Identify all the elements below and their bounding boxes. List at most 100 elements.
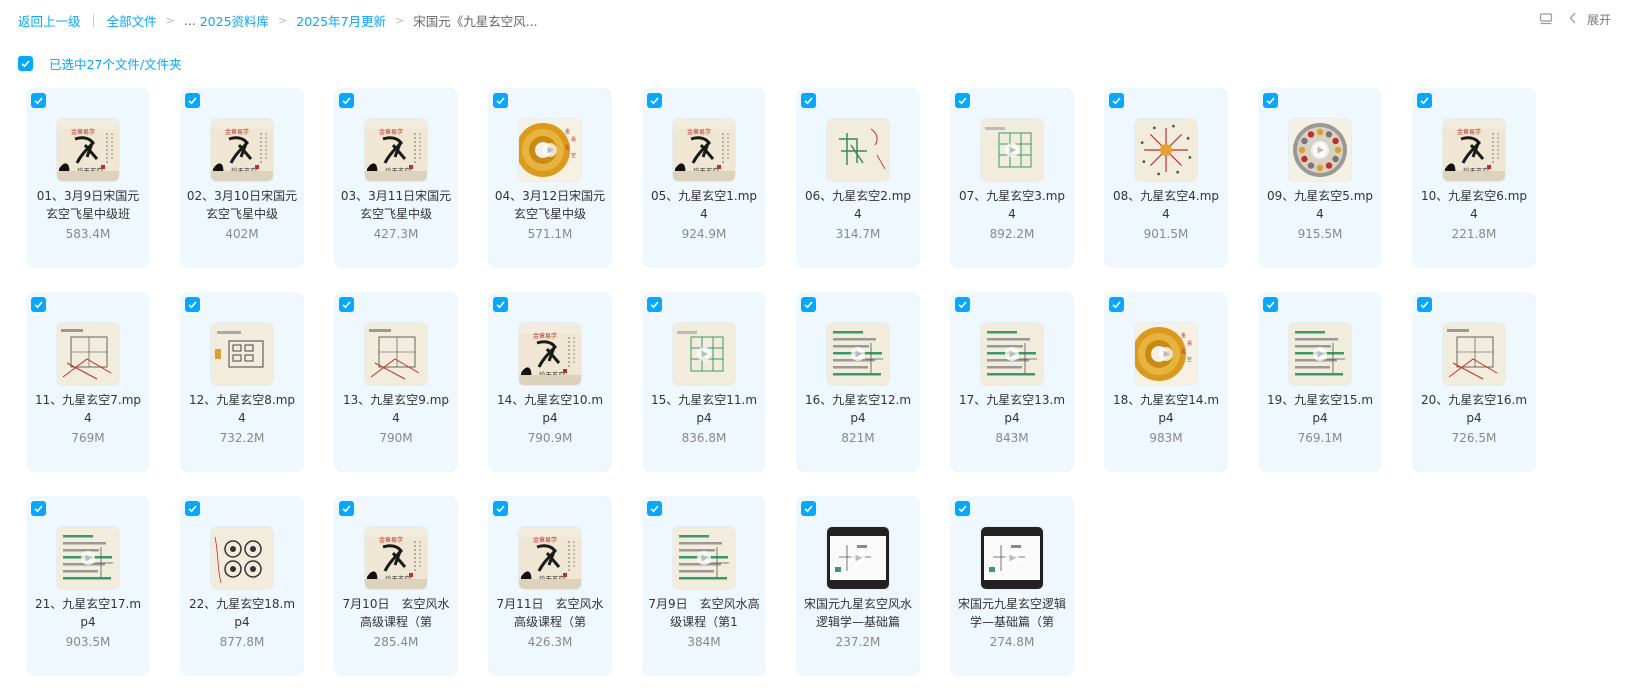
file-card[interactable]: 宋国元九星玄空风水逻辑学—基础篇 237.2M: [796, 496, 920, 676]
file-checkbox[interactable]: [1263, 297, 1278, 312]
file-card[interactable]: 金章易学论天玄空 10、九星玄空6.mp4 221.8M: [1412, 88, 1536, 268]
file-card[interactable]: 22、九星玄空18.mp4 877.8M: [180, 496, 304, 676]
file-card[interactable]: 09、九星玄空5.mp4 915.5M: [1258, 88, 1382, 268]
file-checkbox[interactable]: [801, 93, 816, 108]
file-card[interactable]: 金易玄空 18、九星玄空14.mp4 983M: [1104, 292, 1228, 472]
video-thumbnail[interactable]: [673, 527, 735, 589]
video-thumbnail[interactable]: 金章易学论天玄空: [57, 119, 119, 181]
file-name[interactable]: 05、九星玄空1.mp4: [648, 187, 760, 223]
file-name[interactable]: 08、九星玄空4.mp4: [1110, 187, 1222, 223]
file-name[interactable]: 宋国元九星玄空逻辑学—基础篇（第: [956, 595, 1068, 631]
file-card[interactable]: 20、九星玄空16.mp4 726.5M: [1412, 292, 1536, 472]
video-thumbnail[interactable]: 金章易学论天玄空: [519, 527, 581, 589]
file-card[interactable]: 06、九星玄空2.mp4 314.7M: [796, 88, 920, 268]
file-name[interactable]: 17、九星玄空13.mp4: [956, 391, 1068, 427]
file-checkbox[interactable]: [339, 501, 354, 516]
file-card[interactable]: 15、九星玄空11.mp4 836.8M: [642, 292, 766, 472]
video-thumbnail[interactable]: [827, 527, 889, 589]
video-thumbnail[interactable]: [981, 119, 1043, 181]
file-name[interactable]: 16、九星玄空12.mp4: [802, 391, 914, 427]
video-thumbnail[interactable]: 金章易学论天玄空: [211, 119, 273, 181]
file-card[interactable]: 17、九星玄空13.mp4 843M: [950, 292, 1074, 472]
video-thumbnail[interactable]: 金章易学论天玄空: [673, 119, 735, 181]
file-name[interactable]: 09、九星玄空5.mp4: [1264, 187, 1376, 223]
file-checkbox[interactable]: [955, 93, 970, 108]
breadcrumb-all-files[interactable]: 全部文件: [107, 11, 157, 30]
breadcrumb-level1[interactable]: 2025资料库: [200, 11, 269, 30]
video-thumbnail[interactable]: 金易玄空: [519, 119, 581, 181]
file-checkbox[interactable]: [647, 501, 662, 516]
file-checkbox[interactable]: [647, 297, 662, 312]
file-card[interactable]: 金章易学论天玄空 7月10日 玄空风水高级课程（第 285.4M: [334, 496, 458, 676]
file-card[interactable]: 金章易学论天玄空 03、3月11日宋国元玄空飞星中级 427.3M: [334, 88, 458, 268]
file-card[interactable]: 13、九星玄空9.mp4 790M: [334, 292, 458, 472]
file-name[interactable]: 20、九星玄空16.mp4: [1418, 391, 1530, 427]
file-card[interactable]: 12、九星玄空8.mp4 732.2M: [180, 292, 304, 472]
file-name[interactable]: 21、九星玄空17.mp4: [32, 595, 144, 631]
file-name[interactable]: 22、九星玄空18.mp4: [186, 595, 298, 631]
file-name[interactable]: 02、3月10日宋国元玄空飞星中级: [186, 187, 298, 223]
file-checkbox[interactable]: [1109, 93, 1124, 108]
file-card[interactable]: 金章易学论天玄空 05、九星玄空1.mp4 924.9M: [642, 88, 766, 268]
file-checkbox[interactable]: [185, 297, 200, 312]
file-card[interactable]: 宋国元九星玄空逻辑学—基础篇（第 274.8M: [950, 496, 1074, 676]
file-name[interactable]: 12、九星玄空8.mp4: [186, 391, 298, 427]
video-thumbnail[interactable]: 金章易学论天玄空: [1443, 119, 1505, 181]
video-thumbnail[interactable]: [365, 323, 427, 385]
file-card[interactable]: 金章易学论天玄空 02、3月10日宋国元玄空飞星中级 402M: [180, 88, 304, 268]
video-thumbnail[interactable]: [981, 323, 1043, 385]
file-checkbox[interactable]: [185, 501, 200, 516]
file-checkbox[interactable]: [801, 501, 816, 516]
video-thumbnail[interactable]: [981, 527, 1043, 589]
file-name[interactable]: 06、九星玄空2.mp4: [802, 187, 914, 223]
file-name[interactable]: 04、3月12日宋国元玄空飞星中级: [494, 187, 606, 223]
video-thumbnail[interactable]: [211, 323, 273, 385]
breadcrumb-level2[interactable]: 2025年7月更新: [296, 11, 386, 30]
file-card[interactable]: 08、九星玄空4.mp4 901.5M: [1104, 88, 1228, 268]
file-checkbox[interactable]: [31, 297, 46, 312]
file-card[interactable]: 7月9日 玄空风水高级课程（第1 384M: [642, 496, 766, 676]
file-card[interactable]: 金易玄空 04、3月12日宋国元玄空飞星中级 571.1M: [488, 88, 612, 268]
file-checkbox[interactable]: [493, 501, 508, 516]
file-name[interactable]: 7月10日 玄空风水高级课程（第: [340, 595, 452, 631]
file-name[interactable]: 7月11日 玄空风水高级课程（第: [494, 595, 606, 631]
file-card[interactable]: 16、九星玄空12.mp4 821M: [796, 292, 920, 472]
file-checkbox[interactable]: [1417, 93, 1432, 108]
file-name[interactable]: 10、九星玄空6.mp4: [1418, 187, 1530, 223]
file-name[interactable]: 18、九星玄空14.mp4: [1110, 391, 1222, 427]
file-name[interactable]: 15、九星玄空11.mp4: [648, 391, 760, 427]
video-thumbnail[interactable]: [827, 119, 889, 181]
file-card[interactable]: 19、九星玄空15.mp4 769.1M: [1258, 292, 1382, 472]
video-thumbnail[interactable]: [1443, 323, 1505, 385]
file-name[interactable]: 7月9日 玄空风水高级课程（第1: [648, 595, 760, 631]
file-checkbox[interactable]: [339, 93, 354, 108]
file-name[interactable]: 13、九星玄空9.mp4: [340, 391, 452, 427]
file-name[interactable]: 19、九星玄空15.mp4: [1264, 391, 1376, 427]
file-checkbox[interactable]: [493, 297, 508, 312]
file-name[interactable]: 03、3月11日宋国元玄空飞星中级: [340, 187, 452, 223]
file-checkbox[interactable]: [339, 297, 354, 312]
file-card[interactable]: 金章易学论天玄空 14、九星玄空10.mp4 790.9M: [488, 292, 612, 472]
video-thumbnail[interactable]: [827, 323, 889, 385]
file-checkbox[interactable]: [493, 93, 508, 108]
back-link[interactable]: 返回上一级: [18, 11, 81, 30]
video-thumbnail[interactable]: 金章易学论天玄空: [519, 323, 581, 385]
file-name[interactable]: 11、九星玄空7.mp4: [32, 391, 144, 427]
video-thumbnail[interactable]: [1289, 119, 1351, 181]
file-checkbox[interactable]: [31, 93, 46, 108]
video-thumbnail[interactable]: [673, 323, 735, 385]
file-checkbox[interactable]: [955, 297, 970, 312]
list-view-icon[interactable]: [1537, 10, 1555, 28]
file-card[interactable]: 金章易学论天玄空 01、3月9日宋国元玄空飞星中级班 583.4M: [26, 88, 150, 268]
video-thumbnail[interactable]: [1135, 119, 1197, 181]
file-name[interactable]: 01、3月9日宋国元玄空飞星中级班: [32, 187, 144, 223]
video-thumbnail[interactable]: [211, 527, 273, 589]
file-checkbox[interactable]: [955, 501, 970, 516]
file-checkbox[interactable]: [1263, 93, 1278, 108]
file-name[interactable]: 14、九星玄空10.mp4: [494, 391, 606, 427]
file-card[interactable]: 07、九星玄空3.mp4 892.2M: [950, 88, 1074, 268]
file-card[interactable]: 21、九星玄空17.mp4 903.5M: [26, 496, 150, 676]
file-name[interactable]: 07、九星玄空3.mp4: [956, 187, 1068, 223]
video-thumbnail[interactable]: 金章易学论天玄空: [365, 527, 427, 589]
file-name[interactable]: 宋国元九星玄空风水逻辑学—基础篇: [802, 595, 914, 631]
